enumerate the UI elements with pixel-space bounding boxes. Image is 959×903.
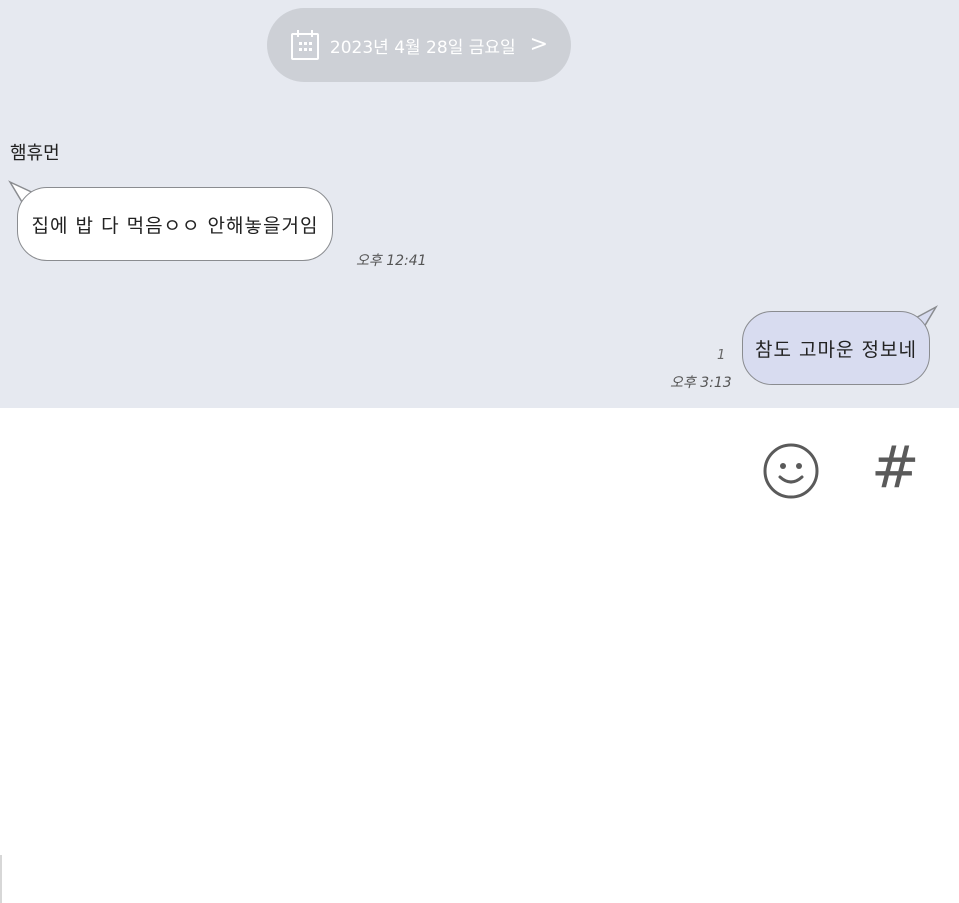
chevron-right-icon: >	[529, 32, 549, 57]
message-text: 참도 고마운 정보네	[755, 338, 917, 361]
date-divider-text: 2023년 4월 28일 금요일	[329, 37, 516, 58]
text-cursor	[0, 855, 2, 903]
calendar-icon	[290, 30, 319, 60]
message-timestamp: 오후 3:13	[670, 375, 732, 391]
chat-area[interactable]: 2023년 4월 28일 금요일 > 햄휴먼 집에 밥 다 먹음ㅇㅇ 안해놓을거…	[0, 0, 959, 408]
smiley-icon[interactable]	[762, 442, 820, 500]
message-bubble-outgoing[interactable]: 참도 고마운 정보네	[742, 311, 930, 385]
date-divider-button[interactable]: 2023년 4월 28일 금요일 >	[267, 8, 571, 82]
message-timestamp: 오후 12:41	[356, 253, 427, 269]
unread-count: 1	[717, 348, 726, 363]
message-bubble-incoming[interactable]: 집에 밥 다 먹음ㅇㅇ 안해놓을거임	[17, 187, 333, 261]
sender-name: 햄휴먼	[10, 143, 60, 164]
hashtag-button[interactable]: #	[871, 438, 920, 496]
message-text: 집에 밥 다 먹음ㅇㅇ 안해놓을거임	[31, 214, 319, 237]
